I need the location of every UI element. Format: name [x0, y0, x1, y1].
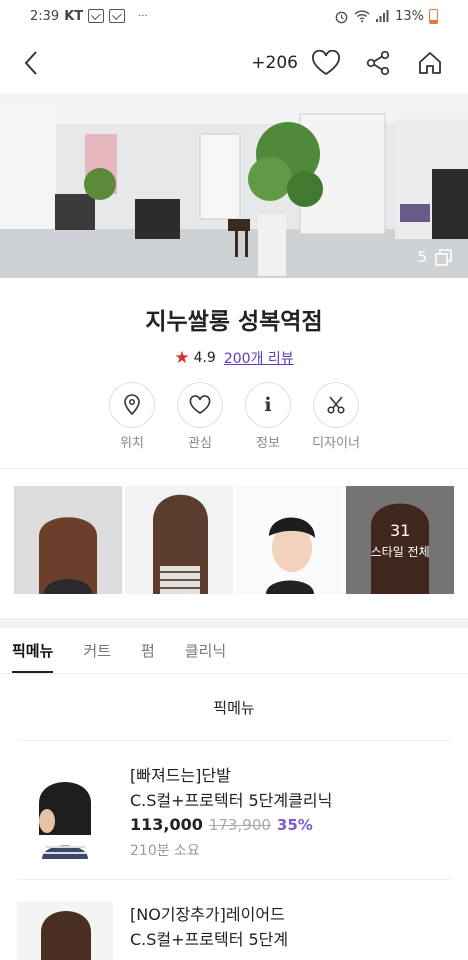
alarm-icon — [335, 11, 348, 23]
designer-label: 디자이너 — [312, 436, 360, 451]
menu-item-name-line2: C.S컬+프로텍터 5단계클리닉 — [130, 791, 333, 810]
hairstyle-image — [14, 486, 122, 594]
menu-item-image — [17, 763, 113, 859]
shop-name: 지누쌀롱 성복역점 — [145, 309, 323, 335]
share-button[interactable] — [358, 43, 398, 83]
gallery-icon — [435, 248, 452, 266]
style-thumbnail[interactable] — [124, 486, 233, 594]
notification-icon — [88, 9, 105, 23]
menu-item-image — [17, 902, 113, 960]
info-button[interactable]: i 정보 — [245, 382, 291, 451]
all-styles-overlay: 31 스타일 전체 — [346, 486, 454, 594]
tab-pick-menu[interactable]: 픽메뉴 — [12, 640, 54, 673]
location-button[interactable]: 위치 — [109, 382, 155, 451]
status-bar: 2:39 KT ··· 13% — [0, 0, 468, 32]
style-thumbnail[interactable] — [235, 486, 344, 594]
like-button[interactable] — [306, 43, 346, 83]
designer-circle — [313, 382, 359, 428]
tab-cut[interactable]: 커트 — [83, 640, 111, 673]
all-styles-button[interactable]: 31 스타일 전체 — [346, 486, 454, 594]
divider — [17, 879, 451, 880]
info-circle: i — [245, 382, 291, 428]
rating-row: ★ 4.9 200개 리뷰 — [0, 348, 468, 368]
menu-item[interactable]: [빠져드는]단발 C.S컬+프로텍터 5단계클리닉 113,000 173,90… — [0, 763, 468, 860]
style-thumbnail[interactable] — [14, 486, 122, 594]
all-styles-label: 스타일 전체 — [370, 544, 430, 559]
photo-count: 5 — [417, 248, 452, 266]
location-circle — [109, 382, 155, 428]
style-gallery: 31 스타일 전체 — [0, 486, 468, 594]
menu-item-name-line2: C.S컬+프로텍터 5단계 — [130, 930, 289, 949]
sale-price: 113,000 — [130, 815, 203, 834]
salon-interior-image — [0, 94, 468, 278]
home-button[interactable] — [410, 43, 450, 83]
menu-item-info: [NO기장추가]레이어드 C.S컬+프로텍터 5단계 — [130, 902, 288, 960]
location-pin-icon — [124, 394, 140, 416]
notification-icon — [109, 9, 126, 23]
menu-item[interactable]: [NO기장추가]레이어드 C.S컬+프로텍터 5단계 — [0, 902, 468, 960]
style-count: 31 — [389, 520, 411, 540]
menu-item-name-line1: [NO기장추가]레이어드 — [130, 905, 285, 924]
back-button[interactable] — [22, 51, 46, 75]
hairstyle-image — [17, 902, 113, 960]
menu-item-info: [빠져드는]단발 C.S컬+프로텍터 5단계클리닉 113,000 173,90… — [130, 763, 332, 860]
status-carrier: KT — [64, 8, 84, 24]
shop-actions: 위치 관심 i 정보 디자이너 — [0, 382, 468, 451]
discount-rate: 35% — [276, 816, 313, 834]
divider — [17, 740, 451, 741]
wifi-icon — [354, 10, 370, 23]
salon-photo-carousel[interactable]: 5 — [0, 94, 468, 278]
menu-item-name-line1: [빠져드는]단발 — [130, 766, 231, 785]
app-bar: +206 — [0, 32, 468, 94]
hairstyle-image — [17, 763, 113, 859]
designer-button[interactable]: 디자이너 — [312, 382, 360, 451]
battery-icon — [429, 8, 438, 24]
original-price: 173,900 — [208, 816, 271, 834]
divider — [0, 468, 468, 469]
status-more: ··· — [138, 10, 148, 22]
hairstyle-image — [235, 486, 344, 594]
scissors-icon — [327, 396, 345, 414]
location-label: 위치 — [120, 436, 144, 451]
section-gap — [0, 618, 468, 628]
share-icon — [366, 50, 390, 76]
signal-icon — [376, 10, 389, 22]
status-time: 2:39 — [30, 8, 60, 24]
info-icon: i — [264, 394, 272, 416]
tab-clinic[interactable]: 클리닉 — [185, 640, 226, 673]
favorite-circle — [177, 382, 223, 428]
section-title: 픽메뉴 — [213, 699, 255, 717]
chevron-left-icon — [24, 51, 37, 75]
likes-count: +206 — [251, 53, 298, 73]
info-label: 정보 — [256, 436, 280, 451]
price-row: 113,000 173,900 35% — [130, 815, 332, 834]
hairstyle-image — [124, 486, 233, 594]
heart-icon — [189, 395, 211, 415]
favorite-button[interactable]: 관심 — [177, 382, 223, 451]
battery-percent: 13% — [395, 8, 424, 24]
menu-tabs: 픽메뉴 커트 펌 클리닉 — [0, 628, 468, 674]
photo-count-number: 5 — [417, 248, 427, 266]
favorite-label: 관심 — [188, 436, 212, 451]
duration: 210분 소요 — [130, 843, 200, 859]
rating-value: 4.9 — [193, 350, 216, 366]
heart-icon — [312, 50, 340, 76]
star-icon: ★ — [174, 348, 190, 368]
reviews-link[interactable]: 200개 리뷰 — [224, 348, 294, 368]
tab-perm[interactable]: 펌 — [141, 640, 155, 673]
home-icon — [419, 52, 441, 74]
